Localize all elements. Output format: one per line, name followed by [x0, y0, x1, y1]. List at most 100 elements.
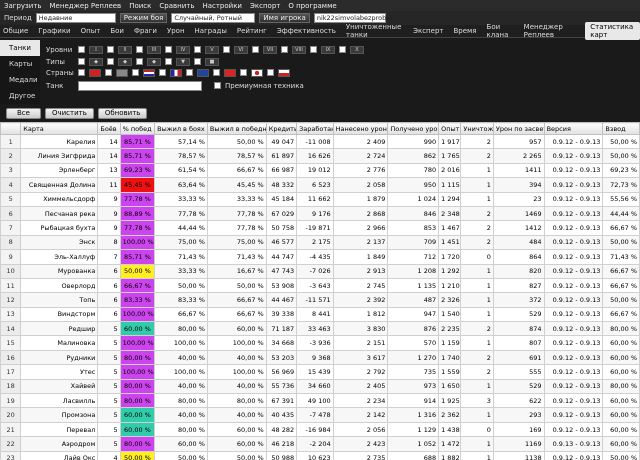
- tab-1[interactable]: Графики: [38, 27, 70, 35]
- menu-item-1[interactable]: Менеджер Реплеев: [50, 2, 122, 10]
- column-header-10[interactable]: Опыт: [438, 122, 462, 135]
- tab-5[interactable]: Урон: [167, 27, 185, 35]
- sidebar-item-1[interactable]: Карты: [0, 56, 40, 72]
- table-row[interactable]: 18 Хайвей 5 80,00 % 40,00 % 40,00 % 55 736 34 6…: [0, 378, 640, 395]
- table-row[interactable]: 14 Редшир 5 60,00 % 80,00 % 60,00 % 71 187 33 4…: [0, 321, 640, 337]
- column-header-9[interactable]: Получено урона: [387, 122, 440, 135]
- level-checkbox-7[interactable]: [281, 45, 288, 53]
- country-checkbox-germany[interactable]: [105, 68, 112, 76]
- column-header-3[interactable]: % побед: [119, 122, 156, 135]
- table-row[interactable]: 9 Эль-Халлуф 7 85,71 % 71,43 % 71,43 % 44 747-…: [0, 249, 640, 265]
- refresh-button[interactable]: Обновить: [97, 107, 148, 119]
- tab-6[interactable]: Награды: [195, 27, 227, 35]
- tab-14[interactable]: Статистика карт: [585, 22, 640, 40]
- table-row[interactable]: 8 Энск 8 100,00 % 75,00 % 75,00 % 46 577 2 175 2…: [0, 234, 640, 251]
- table-row[interactable]: 2 Линия Зигфрида 14 85,71 % 78,57 % 78,57 % 61…: [0, 148, 640, 164]
- tab-10[interactable]: Эксперт: [413, 27, 443, 35]
- column-header-1[interactable]: Карта: [20, 122, 99, 135]
- type-checkbox-td[interactable]: [165, 57, 172, 65]
- sidebar-item-0[interactable]: Танки: [0, 40, 40, 56]
- menu-item-3[interactable]: Сравнить: [159, 2, 194, 10]
- column-header-13[interactable]: Версия: [543, 122, 604, 135]
- country-checkbox-czech[interactable]: [267, 68, 274, 76]
- table-row[interactable]: 6 Песчаная река 9 88,89 % 77,78 % 77,78 % 67 0…: [0, 205, 640, 222]
- type-checkbox-ht[interactable]: [136, 57, 143, 65]
- level-checkbox-9[interactable]: [339, 45, 346, 53]
- level-checkbox-1[interactable]: [107, 45, 114, 53]
- table-row[interactable]: 17 Утес 5 100,00 % 100,00 % 100,00 % 56 969 15 …: [0, 364, 640, 380]
- sidebar-item-2[interactable]: Медали: [0, 72, 40, 88]
- level-checkbox-5[interactable]: [223, 45, 230, 53]
- table-row[interactable]: 11 Оверлорд 6 66,67 % 50,00 % 50,00 % 53 908 -3…: [0, 277, 640, 294]
- menu-item-6[interactable]: О программе: [288, 2, 336, 10]
- table-row[interactable]: 1 Карелия 14 85,71 % 57,14 % 50,00 % 49 047 -11…: [0, 133, 640, 150]
- table-row[interactable]: 22 Аэродром 5 80,00 % 60,00 % 60,00 % 46 218 -2…: [0, 436, 640, 452]
- table-row[interactable]: 10 Мурованка 6 50,00 % 33,33 % 16,67 % 47 743-…: [0, 263, 640, 279]
- column-header-2[interactable]: Боёв: [97, 122, 121, 135]
- level-checkbox-0[interactable]: [78, 45, 85, 53]
- table-row[interactable]: 19 Ласвилль 5 80,00 % 80,00 % 80,00 % 67 391 49…: [0, 393, 640, 409]
- all-button[interactable]: Все: [6, 107, 41, 119]
- premium-checkbox[interactable]: [214, 82, 221, 89]
- menu-item-0[interactable]: Загрузить: [4, 2, 42, 10]
- table-row[interactable]: 3 Эрленберг 13 69,23 % 61,54 % 66,67 % 66 987 1…: [0, 162, 640, 179]
- table-row[interactable]: 15 Малиновка 5 100,00 % 100,00 % 100,00 % 34 6…: [0, 335, 640, 351]
- tab-2[interactable]: Опыт: [81, 27, 101, 35]
- country-checkbox-china[interactable]: [213, 68, 220, 76]
- table-row[interactable]: 16 Рудники 5 80,00 % 40,00 % 40,00 % 53 203 9 3…: [0, 349, 640, 366]
- level-checkbox-3[interactable]: [165, 45, 172, 53]
- player-button[interactable]: Имя игрока: [259, 13, 310, 23]
- sidebar-item-3[interactable]: Другое: [0, 88, 40, 104]
- tab-0[interactable]: Общие: [3, 27, 28, 35]
- cell-6: 40 435: [265, 407, 298, 423]
- column-header-4[interactable]: Выжил в боях %: [154, 122, 208, 135]
- menu-item-5[interactable]: Экспорт: [250, 2, 280, 10]
- column-header-5[interactable]: Выжил в победных боях: [206, 122, 267, 135]
- menu-item-2[interactable]: Поиск: [129, 2, 151, 10]
- country-checkbox-france[interactable]: [159, 68, 166, 76]
- table-row[interactable]: 20 Промзона 5 60,00 % 40,00 % 40,00 % 40 435 -7…: [0, 407, 640, 423]
- clear-button[interactable]: Очистить: [44, 107, 94, 119]
- player-name-input[interactable]: nik22simvolabezprobel: [313, 13, 392, 23]
- tab-9[interactable]: Уничтоженные танки: [346, 23, 403, 39]
- country-checkbox-japan[interactable]: [240, 68, 247, 76]
- menu-item-4[interactable]: Настройки: [202, 2, 242, 10]
- column-header-0[interactable]: [0, 122, 22, 135]
- table-row[interactable]: 4 Священная Долина 11 45,45 % 63,64 % 45,45 %…: [0, 177, 640, 193]
- tab-12[interactable]: Бои клана: [487, 23, 514, 39]
- column-header-7[interactable]: Заработано: [296, 122, 334, 135]
- level-checkbox-4[interactable]: [194, 45, 201, 53]
- cell-14: 60,00 %: [602, 436, 640, 452]
- table-row[interactable]: 13 Виндсторм 6 100,00 % 66,67 % 66,67 % 39 338…: [0, 306, 640, 323]
- table-row[interactable]: 12 Топь 6 83,33 % 83,33 % 66,67 % 44 467 -11 57…: [0, 292, 640, 308]
- tab-7[interactable]: Рейтинг: [237, 27, 267, 35]
- table-row[interactable]: 7 Рыбацкая бухта 9 77,78 % 44,44 % 77,78 % 50 …: [0, 220, 640, 236]
- tab-4[interactable]: Фраги: [134, 27, 157, 35]
- table-row[interactable]: 5 Химмельсдорф 9 77,78 % 33,33 % 33,33 % 45 18…: [0, 191, 640, 207]
- tab-8[interactable]: Эффективность: [277, 27, 336, 35]
- type-checkbox-mt[interactable]: [107, 57, 114, 65]
- cell-13: 0.9.12 - 0.9.13: [543, 177, 604, 193]
- tab-11[interactable]: Время: [453, 27, 476, 35]
- table-row[interactable]: 21 Перевал 5 60,00 % 80,00 % 60,00 % 48 282 -16…: [0, 421, 640, 438]
- tab-3[interactable]: Бои: [110, 27, 124, 35]
- mode-button[interactable]: Режим боя: [119, 13, 168, 23]
- type-checkbox-spg[interactable]: [194, 57, 201, 65]
- country-checkbox-uk[interactable]: [186, 68, 193, 76]
- column-header-6[interactable]: Кредиты: [265, 122, 298, 135]
- tab-13[interactable]: Менеджер Реплеев: [524, 23, 576, 39]
- table-row[interactable]: 23 Лайв Окс 4 50,00 % 50,00 % 50,00 % 50 988 10…: [0, 450, 640, 460]
- column-header-11[interactable]: Уничтожено: [460, 122, 494, 135]
- column-header-12[interactable]: Урон по засвету: [492, 122, 545, 135]
- level-checkbox-6[interactable]: [252, 45, 259, 53]
- column-header-14[interactable]: Взвод: [602, 122, 640, 135]
- country-checkbox-usa[interactable]: [132, 68, 139, 76]
- column-header-8[interactable]: Нанесено урона: [332, 122, 389, 135]
- period-select[interactable]: Недавние: [35, 13, 116, 23]
- level-checkbox-2[interactable]: [136, 45, 143, 53]
- level-checkbox-8[interactable]: [310, 45, 317, 53]
- mode-select[interactable]: Случайный, Ротный: [171, 13, 256, 23]
- tank-input[interactable]: [78, 80, 202, 91]
- country-checkbox-ussr[interactable]: [78, 68, 85, 76]
- type-checkbox-lt[interactable]: [78, 57, 85, 65]
